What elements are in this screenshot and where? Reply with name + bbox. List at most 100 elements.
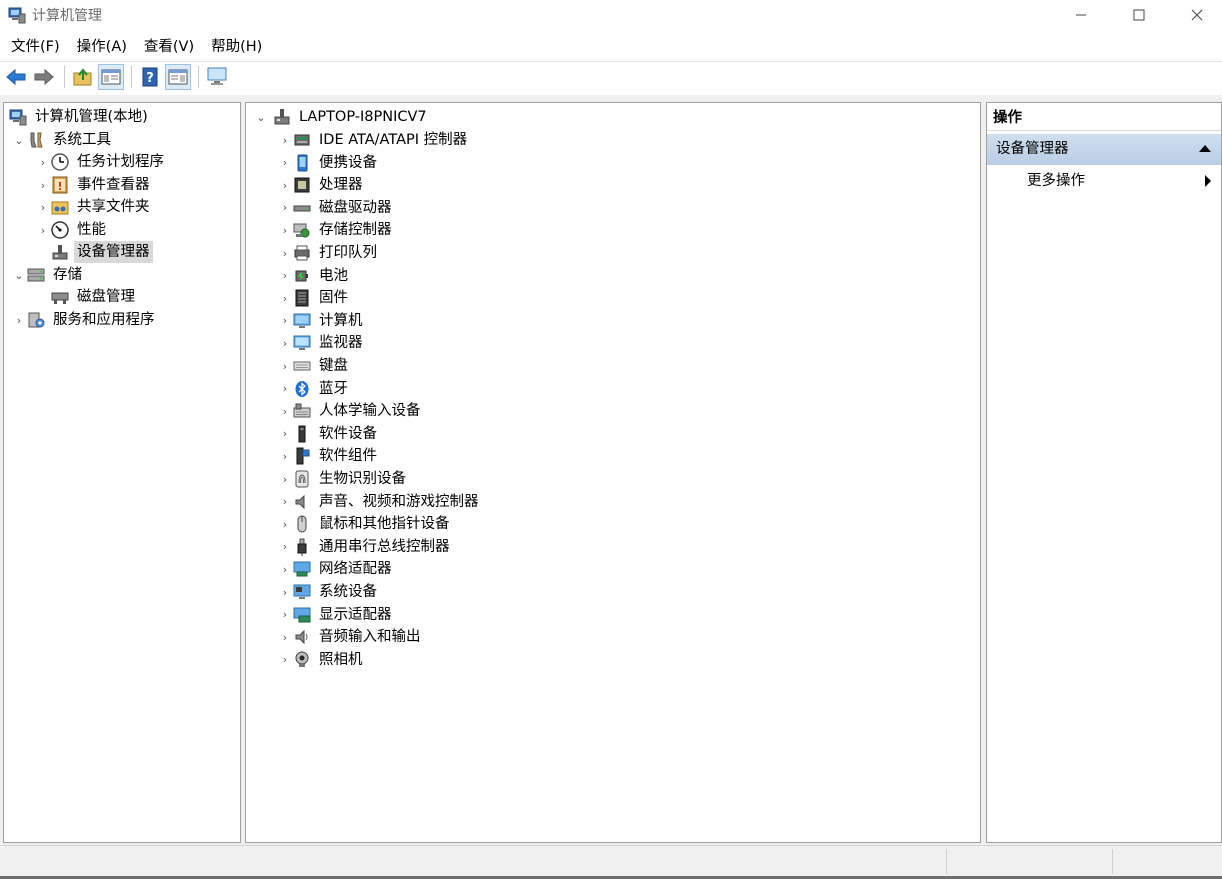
chevron-right-icon[interactable]: › [12, 309, 26, 331]
device-category-item[interactable]: › 软件设备 [278, 423, 380, 445]
device-category-item[interactable]: › 人体学输入设备 [278, 400, 424, 422]
actions-section-device-manager[interactable]: 设备管理器 [987, 134, 1221, 165]
device-category-item[interactable]: › 打印队列 [278, 242, 380, 264]
device-category-item[interactable]: › 便携设备 [278, 152, 380, 174]
device-category-label: 蓝牙 [319, 380, 348, 397]
chevron-right-icon[interactable]: › [278, 423, 292, 445]
clock-icon [50, 152, 70, 172]
device-category-label: 便携设备 [319, 154, 377, 171]
device-category-label: 键盘 [319, 358, 348, 374]
chevron-right-icon[interactable]: › [36, 174, 50, 196]
menu-action[interactable]: 操作(A) [70, 35, 134, 59]
chevron-down-icon[interactable]: ⌄ [12, 264, 26, 286]
device-category-item[interactable]: › 网络适配器 [278, 558, 395, 580]
device-category-item[interactable]: › 处理器 [278, 174, 366, 196]
device-category-item[interactable]: › 显示适配器 [278, 604, 395, 626]
navigation-tree-pane: 计算机管理(本地) ⌄ 系统工具 › 任务计划程序 › ! 事件查看器 › 共享… [3, 102, 241, 843]
event-viewer-icon: ! [50, 175, 70, 195]
chevron-right-icon[interactable]: › [278, 197, 292, 219]
monitor-icon[interactable] [204, 64, 230, 90]
tree-item-performance[interactable]: › 性能 [36, 219, 109, 241]
status-cell [946, 849, 1111, 874]
forward-icon[interactable] [31, 64, 57, 90]
device-category-item[interactable]: › 计算机 [278, 310, 366, 332]
tree-item-disk-management[interactable]: 磁盘管理 [36, 286, 138, 308]
help-icon[interactable]: ? [137, 64, 163, 90]
device-category-label: 鼠标和其他指针设备 [319, 516, 450, 533]
chevron-right-icon[interactable]: › [278, 400, 292, 422]
firmware-icon [292, 288, 312, 308]
device-category-item[interactable]: › 照相机 [278, 649, 366, 671]
tree-item-device-manager[interactable]: 设备管理器 [36, 241, 153, 263]
chevron-right-icon[interactable]: › [278, 649, 292, 671]
chevron-right-icon[interactable]: › [278, 332, 292, 354]
device-category-item[interactable]: › 固件 [278, 287, 351, 309]
chevron-right-icon[interactable]: › [278, 129, 292, 151]
device-category-item[interactable]: › 系统设备 [278, 581, 380, 603]
back-icon[interactable] [3, 64, 29, 90]
maximize-button[interactable] [1110, 0, 1168, 30]
device-category-item[interactable]: › 软件组件 [278, 445, 380, 467]
chevron-right-icon[interactable]: › [36, 219, 50, 241]
chevron-right-icon[interactable]: › [278, 604, 292, 626]
device-category-item[interactable]: › 磁盘驱动器 [278, 197, 395, 219]
chevron-right-icon[interactable]: › [278, 355, 292, 377]
chevron-down-icon[interactable]: ⌄ [12, 129, 26, 151]
device-category-item[interactable]: › 键盘 [278, 355, 351, 377]
chevron-right-icon[interactable]: › [36, 196, 50, 218]
chevron-right-icon[interactable]: › [278, 265, 292, 287]
tree-item-label: 服务和应用程序 [53, 312, 155, 328]
show-hide-tree-icon[interactable] [98, 64, 124, 90]
device-category-item[interactable]: › 鼠标和其他指针设备 [278, 513, 453, 535]
device-tree-root[interactable]: ⌄ LAPTOP-I8PNICV7 [254, 106, 430, 128]
chevron-right-icon[interactable]: › [278, 152, 292, 174]
tree-item-storage[interactable]: ⌄ 存储 [12, 264, 85, 286]
more-actions-item[interactable]: 更多操作 [987, 167, 1221, 195]
device-category-label: 系统设备 [319, 584, 377, 600]
chevron-right-icon[interactable]: › [278, 378, 292, 400]
tree-item-label: 计算机管理(本地) [35, 109, 148, 125]
tree-item-computer-management[interactable]: 计算机管理(本地) [8, 106, 151, 128]
device-category-label: 处理器 [319, 177, 363, 194]
tree-item-task-scheduler[interactable]: › 任务计划程序 [36, 151, 167, 173]
device-category-item[interactable]: › 音频输入和输出 [278, 626, 424, 648]
device-category-item[interactable]: › 生物识别设备 [278, 468, 409, 490]
chevron-right-icon[interactable]: › [278, 174, 292, 196]
chevron-right-icon[interactable]: › [278, 491, 292, 513]
chevron-down-icon[interactable]: ⌄ [254, 106, 268, 128]
chevron-right-icon[interactable]: › [278, 445, 292, 467]
tree-item-services-apps[interactable]: › 服务和应用程序 [12, 309, 158, 331]
chevron-right-icon[interactable]: › [278, 287, 292, 309]
chevron-right-icon[interactable]: › [278, 219, 292, 241]
chevron-right-icon[interactable]: › [278, 558, 292, 580]
menu-help[interactable]: 帮助(H) [204, 35, 269, 59]
chevron-right-icon[interactable]: › [278, 310, 292, 332]
chevron-right-icon[interactable]: › [278, 242, 292, 264]
collapse-up-icon[interactable] [1199, 145, 1211, 152]
chevron-right-icon[interactable]: › [278, 513, 292, 535]
device-category-item[interactable]: › 蓝牙 [278, 378, 351, 400]
minimize-button[interactable] [1052, 0, 1110, 30]
device-category-item[interactable]: › 存储控制器 [278, 219, 395, 241]
tree-item-event-viewer[interactable]: › ! 事件查看器 [36, 174, 153, 196]
chevron-right-icon[interactable]: › [278, 468, 292, 490]
device-category-item[interactable]: › IDE ATA/ATAPI 控制器 [278, 129, 470, 151]
close-button[interactable] [1168, 0, 1222, 30]
chevron-right-icon[interactable]: › [278, 581, 292, 603]
device-category-item[interactable]: › 通用串行总线控制器 [278, 536, 453, 558]
bluetooth-icon [292, 379, 312, 399]
tree-item-shared-folders[interactable]: › 共享文件夹 [36, 196, 153, 218]
up-folder-icon[interactable] [70, 64, 96, 90]
menu-bar: 文件(F) 操作(A) 查看(V) 帮助(H) [0, 34, 1222, 60]
display-adapter-icon [292, 605, 312, 625]
device-category-item[interactable]: › 声音、视频和游戏控制器 [278, 491, 482, 513]
device-category-item[interactable]: › 电池 [278, 265, 351, 287]
chevron-right-icon[interactable]: › [278, 536, 292, 558]
action-pane-icon[interactable] [165, 64, 191, 90]
chevron-right-icon[interactable]: › [36, 151, 50, 173]
menu-view[interactable]: 查看(V) [137, 35, 201, 59]
chevron-right-icon[interactable]: › [278, 626, 292, 648]
device-category-item[interactable]: › 监视器 [278, 332, 366, 354]
tree-item-system-tools[interactable]: ⌄ 系统工具 [12, 129, 114, 151]
menu-file[interactable]: 文件(F) [4, 35, 67, 59]
